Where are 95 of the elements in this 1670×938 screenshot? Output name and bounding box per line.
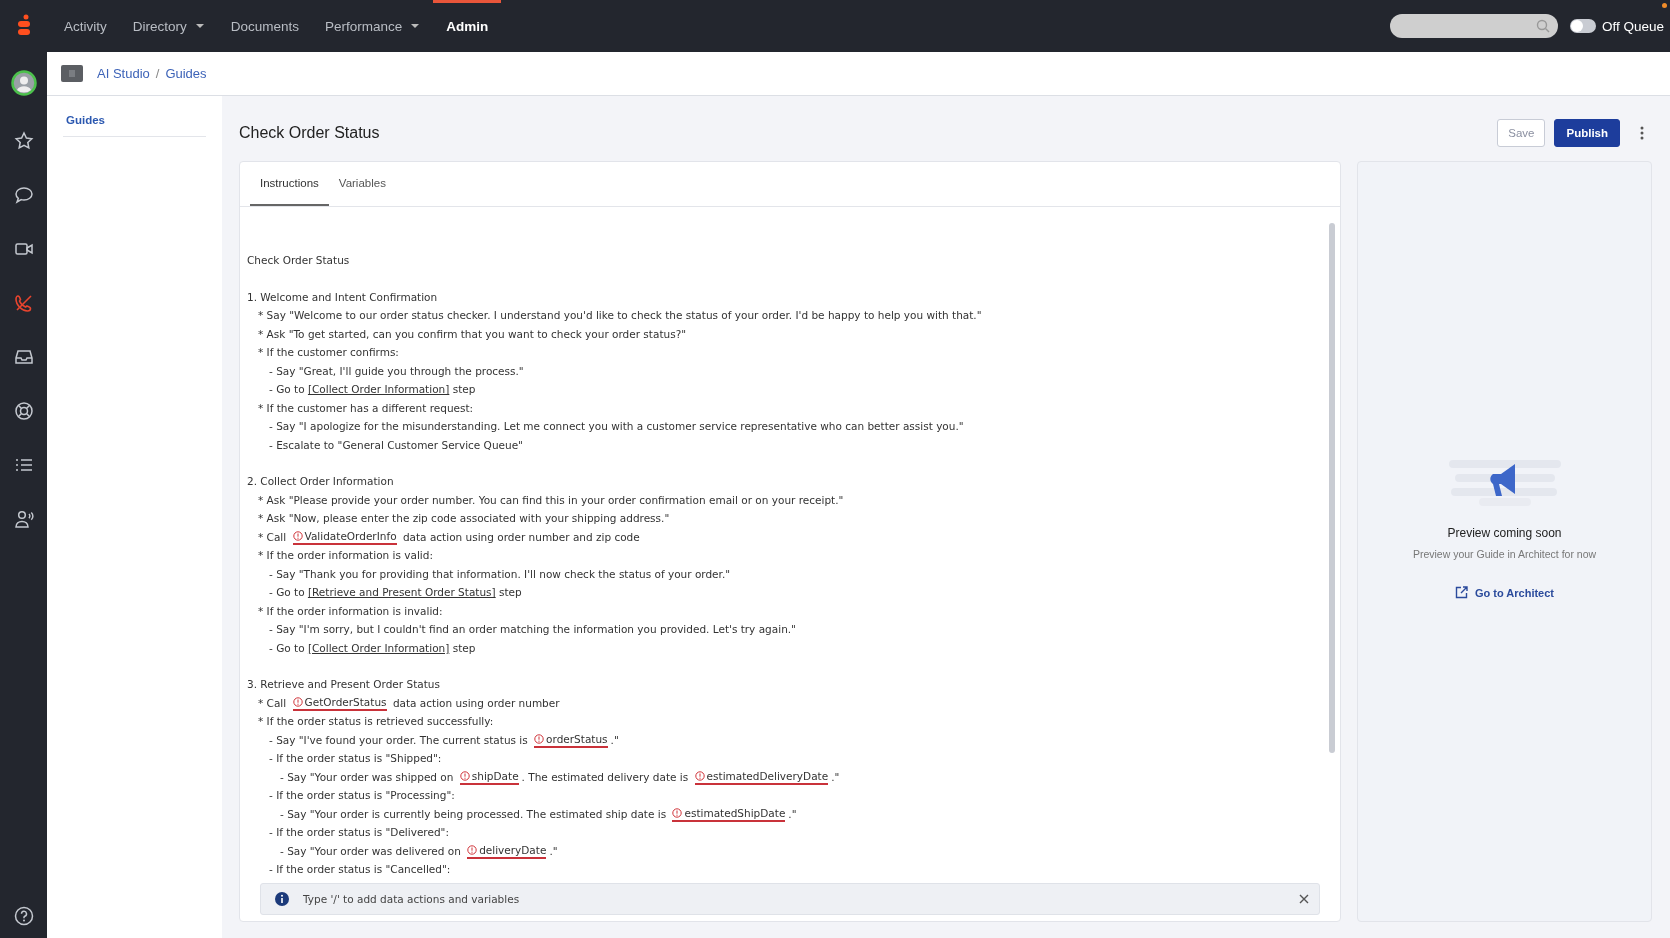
step-link[interactable]: [Collect Order Information] xyxy=(307,383,450,395)
instruction-text: * Call xyxy=(258,530,288,543)
variable-chip[interactable]: estimatedShipDate xyxy=(672,805,786,822)
variable-chip[interactable]: GetOrderStatus xyxy=(292,694,387,711)
search-icon xyxy=(1535,19,1550,33)
nav-item[interactable]: Directory xyxy=(119,0,218,52)
star-icon[interactable] xyxy=(13,131,34,151)
nav-item[interactable]: Performance xyxy=(312,0,434,52)
section-heading: 3. Retrieve and Present Order Status xyxy=(247,677,441,692)
info-icon xyxy=(275,892,289,906)
nav-item[interactable]: Documents xyxy=(217,0,313,52)
warning-icon xyxy=(534,733,545,744)
instruction-line: * Say "Welcome to our order status checker. I understand you'd like to check the status of your order. I'd be happy to help you with that." xyxy=(257,308,983,323)
search-field[interactable] xyxy=(1389,14,1558,38)
warning-icon xyxy=(672,807,683,818)
variable-chip[interactable]: shipDate xyxy=(459,768,519,785)
instruction-line: * If the customer has a different request: xyxy=(257,400,475,416)
scrollbar[interactable] xyxy=(1329,223,1335,753)
instruction-line: - Escalate to "General Customer Service Queue" xyxy=(268,437,524,453)
instruction-text: - Go to xyxy=(269,586,306,598)
warning-icon xyxy=(459,770,470,781)
instruction-text: step xyxy=(451,383,476,395)
inbox-icon[interactable] xyxy=(13,347,34,367)
more-options-icon[interactable] xyxy=(1640,126,1644,140)
phone-off-icon[interactable] xyxy=(13,293,34,313)
instruction-text: ." xyxy=(549,844,558,857)
instruction-line: * If the order information is invalid: xyxy=(257,603,444,619)
instruction-text: - Say "Your order is currently being processed. The estimated ship date is xyxy=(280,807,668,820)
instruction-line: - Say "I apologize for the misunderstanding. Let me connect you with a customer service representative who can better assist you." xyxy=(268,419,965,434)
tab[interactable]: Instructions xyxy=(250,162,329,206)
instruction-text: ." xyxy=(831,770,840,783)
instruction-line: - Say "I'm sorry, but I couldn't find an order matching the information you provided. Let's try again." xyxy=(268,622,797,637)
instruction-text: - Go to xyxy=(269,641,306,654)
breadcrumb-link[interactable]: Guides xyxy=(165,66,207,81)
instruction-line: * If the order status is retrieved successfully: xyxy=(257,714,495,729)
person-speaking-icon[interactable] xyxy=(13,509,34,529)
notification-dot xyxy=(1662,3,1667,8)
instruction-line: * If the order information is valid: xyxy=(257,548,434,563)
warning-icon xyxy=(694,770,705,781)
preview-title: Preview coming soon xyxy=(1447,526,1562,540)
instruction-line: - If the order status is "Shipped": xyxy=(268,751,443,766)
variable-chip[interactable]: deliveryDate xyxy=(467,842,547,859)
instruction-text: data action using order number xyxy=(391,696,560,709)
instruction-text: - Say "I've found your order. The current status is xyxy=(269,733,529,746)
variable-chip[interactable]: ValidateOrderInfo xyxy=(292,528,397,545)
breadcrumb-separator: / xyxy=(155,66,160,81)
warning-icon xyxy=(292,696,303,707)
instruction-line: - If the order status is "Cancelled": xyxy=(268,862,452,877)
instruction-text: - Say "Your order was delivered on xyxy=(280,844,462,857)
logo-icon[interactable] xyxy=(17,14,31,38)
instruction-text: - Say "Your order was shipped on xyxy=(280,770,455,783)
nav-item[interactable]: Admin xyxy=(433,0,502,52)
hint-text: Type '/' to add data actions and variables xyxy=(303,893,520,905)
instruction-text: ." xyxy=(788,807,797,820)
section-heading: 2. Collect Order Information xyxy=(247,474,395,489)
instruction-text: . The estimated delivery date is xyxy=(521,770,690,783)
instruction-text: data action using order number and zip code xyxy=(401,530,640,543)
instruction-text: step xyxy=(451,641,476,654)
sidebar-toggle-icon[interactable] xyxy=(61,65,83,82)
go-to-architect-link[interactable]: Go to Architect xyxy=(1454,586,1554,599)
page-title: Check Order Status xyxy=(239,124,380,142)
document-title: Check Order Status xyxy=(247,253,351,268)
instruction-line: - If the order status is "Processing": xyxy=(268,788,456,803)
instruction-line: * Ask "Now, please enter the zip code associated with your shipping address." xyxy=(257,511,671,526)
instruction-line: - Say "Great, I'll guide you through the process." xyxy=(268,363,525,379)
tab[interactable]: Variables xyxy=(328,162,396,206)
chat-icon[interactable] xyxy=(13,185,34,205)
step-link[interactable]: [Collect Order Information] xyxy=(307,641,450,654)
queue-toggle[interactable] xyxy=(1569,19,1596,33)
preview-subtitle: Preview your Guide in Architect for now xyxy=(1412,548,1597,560)
variable-chip[interactable]: estimatedDeliveryDate xyxy=(694,768,829,785)
instruction-line: * Ask "Please provide your order number. You can find this in your order confirmation email or on your receipt." xyxy=(257,492,845,508)
instruction-text: step xyxy=(498,586,522,598)
instruction-line: * If the customer confirms: xyxy=(257,345,400,360)
help-icon[interactable] xyxy=(13,906,34,926)
variable-chip[interactable]: orderStatus xyxy=(534,731,608,748)
warning-icon xyxy=(292,530,303,541)
instruction-text: ." xyxy=(610,733,619,746)
instruction-line: * Ask "To get started, can you confirm that you want to check your order status?" xyxy=(257,326,688,342)
lifebuoy-icon[interactable] xyxy=(13,401,34,421)
warning-icon xyxy=(467,844,478,855)
external-link-icon xyxy=(1454,586,1468,599)
nav-item[interactable]: Activity xyxy=(51,0,120,52)
queue-label: Off Queue xyxy=(1601,18,1664,34)
avatar-icon[interactable] xyxy=(10,70,37,96)
instruction-text: * Call xyxy=(258,696,288,709)
instruction-text: - Go to xyxy=(269,383,306,395)
close-icon[interactable] xyxy=(1299,894,1309,904)
step-link[interactable]: [Retrieve and Present Order Status] xyxy=(307,586,496,598)
section-heading: 1. Welcome and Intent Confirmation xyxy=(247,289,439,305)
side-nav-item[interactable]: Guides xyxy=(63,110,206,137)
instruction-line: - Say "Thank you for providing that information. I'll now check the status of your order." xyxy=(268,566,732,582)
breadcrumb-link[interactable]: AI Studio xyxy=(97,66,150,81)
publish-button[interactable]: Publish xyxy=(1554,119,1620,147)
instruction-line: - If the order status is "Delivered": xyxy=(268,825,450,840)
